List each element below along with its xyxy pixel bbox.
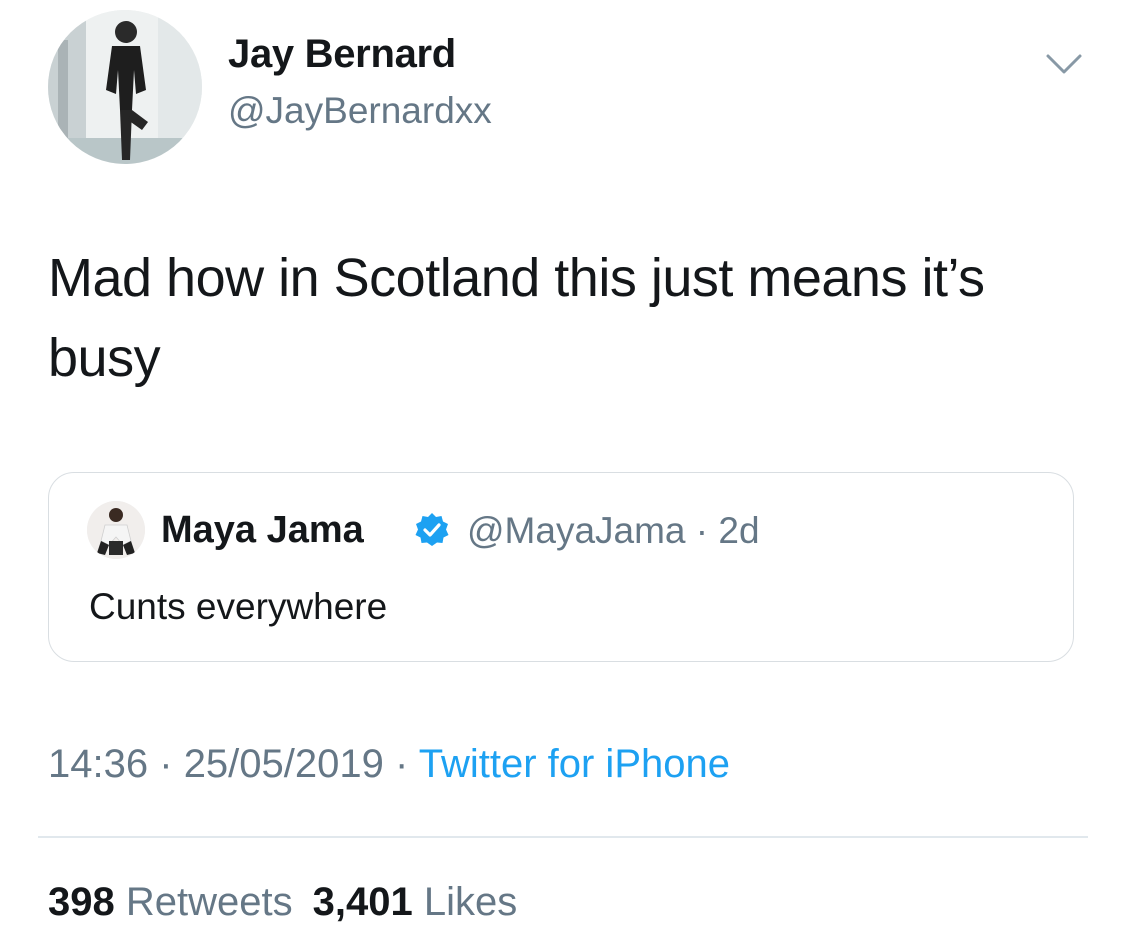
verified-badge-icon xyxy=(415,513,449,546)
retweets-stat[interactable]: 398 Retweets xyxy=(48,880,293,924)
tweet-meta: 14:36 · 25/05/2019 · Twitter for iPhone xyxy=(48,742,730,787)
person-photo-icon xyxy=(87,501,145,559)
likes-stat[interactable]: 3,401 Likes xyxy=(313,880,518,924)
tweet-source-link[interactable]: Twitter for iPhone xyxy=(419,742,730,786)
quoted-meta-separator: · xyxy=(695,510,709,551)
likes-label: Likes xyxy=(423,880,518,924)
tweet-date[interactable]: 25/05/2019 xyxy=(184,742,384,786)
quoted-tweet-meta: @MayaJama · 2d xyxy=(467,510,760,552)
tweet-stats: 398 Retweets 3,401 Likes xyxy=(48,880,517,925)
author-handle[interactable]: @JayBernardxx xyxy=(228,90,492,132)
person-standing-photo-icon xyxy=(48,10,202,164)
tweet-text: Mad how in Scotland this just means it’s… xyxy=(48,248,985,388)
tweet-time[interactable]: 14:36 xyxy=(48,742,148,786)
divider xyxy=(38,836,1088,838)
chevron-down-icon[interactable] xyxy=(1044,50,1084,78)
meta-separator-2: · xyxy=(395,742,409,786)
meta-separator-1: · xyxy=(159,742,173,786)
author-display-name[interactable]: Jay Bernard xyxy=(228,32,456,77)
retweets-count: 398 xyxy=(48,880,115,924)
quoted-author-display-name: Maya Jama xyxy=(161,509,364,551)
quoted-tweet-text: Cunts everywhere xyxy=(89,586,388,627)
author-avatar[interactable] xyxy=(48,10,202,164)
quoted-author-avatar xyxy=(87,501,145,559)
quoted-tweet-age: 2d xyxy=(718,510,760,551)
likes-count: 3,401 xyxy=(312,880,413,924)
quoted-author-handle: @MayaJama xyxy=(467,510,686,551)
retweets-label: Retweets xyxy=(125,880,293,924)
quoted-tweet-card[interactable]: Maya Jama @MayaJama · 2d Cunts everywher… xyxy=(48,472,1074,662)
